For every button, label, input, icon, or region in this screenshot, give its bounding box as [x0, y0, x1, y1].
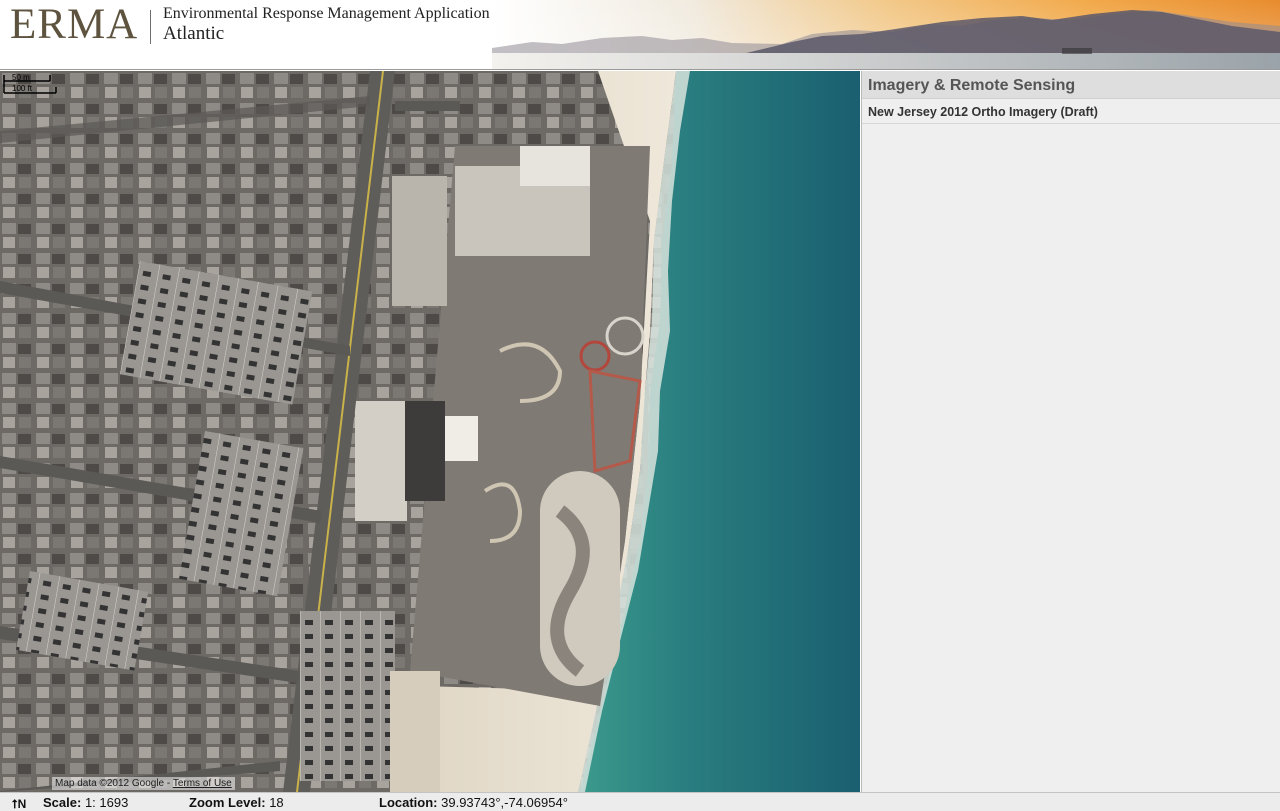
location-readout: Location: 39.93743°,-74.06954° [379, 795, 568, 810]
north-arrow-icon: ⭡N [12, 797, 27, 811]
scale-bar-top-label: 50 m [12, 73, 30, 82]
status-bar: ⭡N Scale: 1: 1693 Zoom Level: 18 Locatio… [0, 792, 1280, 811]
logo-divider [150, 10, 151, 44]
panel-title: Imagery & Remote Sensing [862, 71, 1280, 99]
map-attribution: Map data ©2012 Google - Terms of Use [52, 777, 235, 790]
layer-panel: Imagery & Remote Sensing New Jersey 2012… [861, 71, 1280, 792]
terms-of-use-link[interactable]: Terms of Use [173, 778, 232, 789]
layer-item-nj-ortho[interactable]: New Jersey 2012 Ortho Imagery (Draft) [862, 99, 1280, 124]
attribution-text: Map data ©2012 Google - [55, 778, 173, 789]
aerial-imagery[interactable] [0, 71, 860, 792]
header-banner-image [492, 0, 1280, 69]
location-value: 39.93743°,-74.06954° [441, 795, 568, 810]
erma-logo: ERMA [10, 1, 139, 48]
zoom-readout: Zoom Level: 18 [189, 795, 284, 810]
scale-value: 1: 1693 [84, 795, 129, 810]
scale-bar-bottom-label: 100 ft [12, 84, 33, 93]
app-header: ERMA Environmental Response Management A… [0, 0, 1280, 70]
scale-readout: Scale: 1: 1693 [43, 795, 129, 810]
zoom-value: 18 [269, 795, 284, 810]
app-region: Atlantic [163, 23, 225, 44]
scale-bar: 50 m 100 ft [3, 73, 57, 94]
map-view[interactable]: 50 m 100 ft Map data ©2012 Google - Term… [0, 71, 860, 792]
app-title: Environmental Response Management Applic… [163, 5, 490, 22]
